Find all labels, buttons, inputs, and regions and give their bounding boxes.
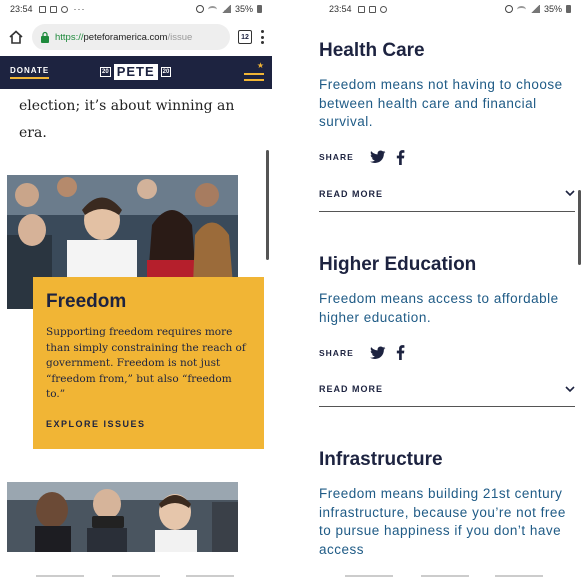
battery-percent: 35% [543,4,562,14]
read-more-toggle[interactable]: READ MORE [319,384,575,407]
issue-higher-education: Higher Education Freedom means access to… [319,254,575,407]
wifi-icon [516,5,526,13]
facebook-icon[interactable] [396,345,405,360]
browser-toolbar: https://peteforamerica.com/issue 12 [0,18,272,56]
nav-hint-bar [495,575,543,577]
issue-title: Higher Education [319,254,477,275]
instagram-icon [49,5,57,13]
status-bar: 23:54 ··· 35% [0,0,272,18]
nav-hint-bar [112,575,160,577]
gallery-icon [357,5,365,13]
star-icon: ★ [256,61,264,70]
alarm-icon [195,5,204,13]
gallery-icon [38,5,46,13]
lock-icon [41,31,49,43]
nav-hint-bar [186,575,234,577]
instagram-icon [368,5,376,13]
address-bar[interactable]: https://peteforamerica.com/issue [32,24,230,50]
signal-icon [220,5,231,13]
issue-title: Health Care [319,40,425,61]
issue-title: Infrastructure [319,449,443,470]
logo-text: PETE [113,64,158,80]
issue-health-care: Health Care Freedom means not having to … [319,40,575,212]
url-path: /issue [167,31,193,43]
more-notifications-icon: ··· [73,4,86,14]
nav-hint-bar [421,575,469,577]
share-label: SHARE [319,347,354,358]
twitter-icon[interactable] [369,150,386,164]
facebook-icon[interactable] [396,149,405,165]
freedom-card: Freedom Supporting freedom requires more… [33,277,264,449]
issue-infrastructure: Infrastructure Freedom means building 21… [319,449,575,559]
logo-year-right: 20 [160,67,172,77]
twitter-icon[interactable] [369,346,386,360]
logo-year-left: 20 [100,67,111,77]
notification-icons [38,5,68,13]
nav-hint-bar [36,575,84,577]
status-bar: 23:54 35% [309,0,581,18]
nav-hint-bar [345,575,393,577]
battery-percent: 35% [234,4,253,14]
share-row: SHARE [319,345,575,360]
read-more-toggle[interactable]: READ MORE [319,189,575,212]
card-title: Freedom [46,291,127,312]
whatsapp-icon [60,5,68,13]
explore-issues-link[interactable]: EXPLORE ISSUES [46,419,251,429]
site-header: DONATE 20 PETE 20 ★ [0,56,272,89]
battery-icon [566,5,571,13]
article-text: election; it’s about winning an era. [19,98,235,141]
signal-icon [529,5,540,13]
donate-link[interactable]: DONATE [10,66,50,79]
tabs-icon[interactable]: 12 [238,30,252,44]
read-more-label: READ MORE [319,188,384,199]
wifi-icon [207,5,217,13]
notification-icons [357,5,387,13]
battery-icon [257,5,262,13]
left-screen: 23:54 ··· 35% https://peteforamerica.com… [0,0,272,581]
card-description: Supporting freedom requires more than si… [46,326,246,400]
hamburger-icon[interactable]: ★ [244,61,264,81]
pete-logo[interactable]: 20 PETE 20 [100,64,172,80]
whatsapp-icon [379,5,387,13]
campaign-photo [7,482,238,552]
status-time: 23:54 [10,4,33,14]
url-scheme: https:// [55,31,84,43]
issue-description: Freedom means access to affordable highe… [319,291,559,325]
share-label: SHARE [319,152,354,162]
home-icon[interactable] [8,29,24,45]
right-screen: 23:54 35% Health Care Freedom means not … [309,0,581,581]
share-row: SHARE [319,149,575,165]
more-menu-icon[interactable] [260,30,264,44]
scrollbar[interactable] [266,150,269,260]
url-host: peteforamerica.com [83,31,168,43]
chevron-down-icon [565,385,575,393]
chevron-down-icon [565,190,575,197]
read-more-label: READ MORE [319,384,384,394]
issue-description: Freedom means building 21st century infr… [319,486,566,557]
alarm-icon [504,5,513,13]
status-time: 23:54 [329,4,352,14]
issue-description: Freedom means not having to choose betwe… [319,77,563,129]
